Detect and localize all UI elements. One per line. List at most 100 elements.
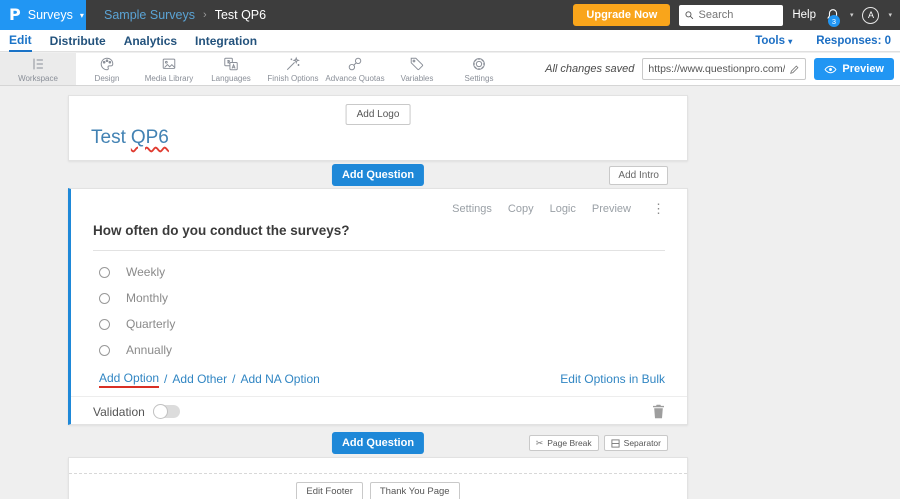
add-option-link[interactable]: Add Option <box>99 371 160 388</box>
toolbar-item-advance-quotas[interactable]: Advance Quotas <box>324 53 386 85</box>
page-break-button[interactable]: ✂ Page Break <box>528 435 599 451</box>
add-question-button-bottom[interactable]: Add Question <box>331 432 425 454</box>
survey-canvas: Add Logo Test QP6 Add Question Add Intro … <box>68 95 688 499</box>
toolbar-item-label: Finish Options <box>267 73 319 83</box>
editor-toolbar: Workspace Design Media Library Languages… <box>0 53 900 86</box>
footer-buttons: Edit Footer Thank You Page <box>69 474 687 499</box>
toolbar-item-design[interactable]: Design <box>76 53 138 85</box>
answer-option-row: Weekly <box>93 259 665 285</box>
toolbar-item-settings[interactable]: Settings <box>448 53 510 85</box>
answer-option-label[interactable]: Monthly <box>126 291 168 305</box>
surveys-menu[interactable]: P Surveys ▾ <box>0 0 86 30</box>
option-links-row: Add Option / Add Other / Add NA Option E… <box>93 371 665 388</box>
add-question-button-top[interactable]: Add Question <box>331 164 425 186</box>
topbar-right-group: Upgrade Now Help 3 ▾ A ▾ <box>573 4 900 27</box>
link-separator: / <box>164 372 168 386</box>
kebab-menu-icon[interactable]: ⋮ <box>652 202 665 215</box>
edit-footer-button[interactable]: Edit Footer <box>296 482 363 499</box>
trash-icon <box>653 404 664 419</box>
delete-question-button[interactable] <box>652 404 665 419</box>
toolbar-item-workspace[interactable]: Workspace <box>0 53 76 85</box>
separator-button[interactable]: Separator <box>603 435 668 451</box>
chevron-down-icon[interactable]: ▾ <box>888 11 892 19</box>
toolbar-item-variables[interactable]: Variables <box>386 53 448 85</box>
search-input[interactable] <box>698 9 779 21</box>
toolbar-item-label: Variables <box>400 73 434 83</box>
tab-distribute[interactable]: Distribute <box>50 31 106 51</box>
survey-title-word: Test <box>91 127 126 148</box>
help-link[interactable]: Help <box>792 9 816 21</box>
toolbar-item-label: Design <box>94 73 120 83</box>
validation-label: Validation <box>93 404 145 419</box>
gear-icon <box>473 57 485 70</box>
tab-analytics[interactable]: Analytics <box>124 31 177 51</box>
toolbar-item-finish-options[interactable]: Finish Options <box>262 53 324 85</box>
toolbar-item-media-library[interactable]: Media Library <box>138 53 200 85</box>
survey-url-field[interactable] <box>642 58 807 80</box>
survey-title[interactable]: Test QP6 <box>91 127 169 149</box>
question-copy-link[interactable]: Copy <box>508 203 534 215</box>
edit-url-button[interactable] <box>789 64 800 75</box>
pencil-icon <box>790 65 799 74</box>
add-logo-button[interactable]: Add Logo <box>345 104 411 125</box>
question-text[interactable]: How often do you conduct the surveys? <box>93 223 665 251</box>
link-separator: / <box>232 372 236 386</box>
page-break-label: Page Break <box>547 438 592 448</box>
edit-options-in-bulk-link[interactable]: Edit Options in Bulk <box>560 372 665 386</box>
answer-option-label[interactable]: Annually <box>126 343 172 357</box>
eye-icon <box>824 65 837 73</box>
translate-icon <box>224 57 238 70</box>
survey-nav: Edit Distribute Analytics Integration To… <box>0 30 900 52</box>
chevron-down-icon[interactable]: ▾ <box>850 11 854 19</box>
toolbar-item-label: Workspace <box>18 73 58 83</box>
separator-icon <box>611 438 620 448</box>
tab-integration[interactable]: Integration <box>195 31 257 51</box>
breadcrumb-parent[interactable]: Sample Surveys <box>104 8 195 22</box>
add-na-option-link[interactable]: Add NA Option <box>240 372 319 386</box>
toolbar-item-label: Advance Quotas <box>325 73 385 83</box>
answer-option-row: Annually <box>93 337 665 363</box>
add-intro-button[interactable]: Add Intro <box>609 166 668 185</box>
breadcrumb-separator-icon: › <box>203 9 207 21</box>
radio-icon[interactable] <box>99 266 110 278</box>
avatar[interactable]: A <box>862 6 880 24</box>
notifications-button[interactable]: 3 <box>825 7 841 27</box>
responses-count[interactable]: Responses: 0 <box>816 35 891 47</box>
preview-button[interactable]: Preview <box>814 58 894 80</box>
chain-icon <box>348 57 362 70</box>
answer-option-label[interactable]: Quarterly <box>126 317 175 331</box>
answer-option-row: Quarterly <box>93 311 665 337</box>
radio-icon[interactable] <box>99 344 110 356</box>
question-card: Q1 Settings Copy Logic Preview ⋮ How oft… <box>68 188 688 425</box>
tools-menu[interactable]: Tools ▾ <box>755 35 792 47</box>
tools-label: Tools <box>755 34 785 47</box>
survey-url-input[interactable] <box>648 63 786 75</box>
search-box[interactable] <box>679 4 784 26</box>
radio-icon[interactable] <box>99 318 110 330</box>
upgrade-now-button[interactable]: Upgrade Now <box>573 4 671 26</box>
question-footer: Validation <box>71 396 687 424</box>
wand-icon <box>286 56 300 70</box>
answer-options-list: Weekly Monthly Quarterly Annually <box>93 259 665 363</box>
chevron-down-icon: ▾ <box>79 10 84 20</box>
question-preview-link[interactable]: Preview <box>592 203 631 215</box>
radio-icon[interactable] <box>99 292 110 304</box>
question-settings-link[interactable]: Settings <box>452 203 492 215</box>
question-logic-link[interactable]: Logic <box>550 203 576 215</box>
separator-label: Separator <box>623 438 661 448</box>
validation-toggle[interactable] <box>152 404 180 419</box>
questionpro-logo: P <box>9 5 21 24</box>
tab-edit[interactable]: Edit <box>9 30 32 52</box>
toolbar-item-label: Languages <box>211 73 251 83</box>
tag-icon <box>410 57 424 70</box>
add-other-link[interactable]: Add Other <box>172 372 227 386</box>
palette-icon <box>100 57 114 70</box>
thank-you-page-button[interactable]: Thank You Page <box>369 482 460 499</box>
scissors-icon: ✂ <box>535 437 544 448</box>
toolbar-item-languages[interactable]: Languages <box>200 53 262 85</box>
chevron-down-icon: ▾ <box>788 36 793 46</box>
toggle-knob <box>152 404 168 419</box>
breadcrumb-current: Test QP6 <box>214 8 267 22</box>
answer-option-row: Monthly <box>93 285 665 311</box>
answer-option-label[interactable]: Weekly <box>126 265 165 279</box>
